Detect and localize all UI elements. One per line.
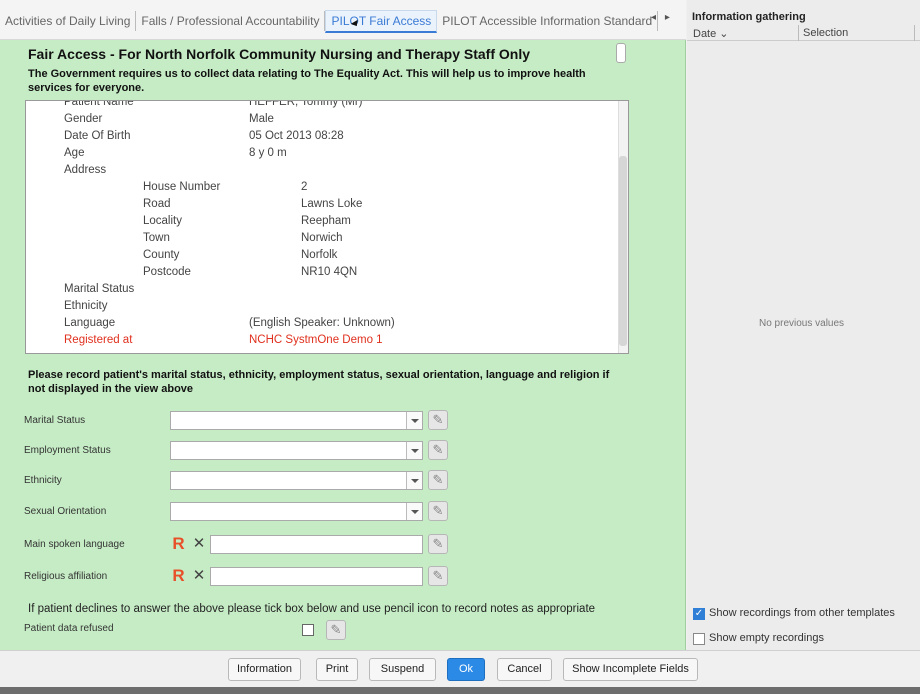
field-label: Religious affiliation <box>24 571 108 582</box>
form-title: Fair Access - For North Norfolk Communit… <box>28 46 530 62</box>
detail-value: NCHC SystmOne Demo 1 <box>249 334 383 346</box>
detail-value: (English Speaker: Unknown) <box>249 317 395 329</box>
detail-label: Marital Status <box>64 283 135 295</box>
patient-details-view: Patient Name HEFFER, Tommy (Mr) Gender M… <box>25 100 629 354</box>
checkbox-checked-icon[interactable]: ✓ <box>693 608 705 620</box>
panel-title: Information gathering <box>692 11 806 23</box>
pencil-icon[interactable]: ✎ <box>428 566 448 586</box>
form-scroll-handle[interactable] <box>616 43 626 63</box>
pencil-icon[interactable]: ✎ <box>326 620 346 640</box>
tab-pilot-fair-access[interactable]: PILOT Fair Access <box>325 9 438 33</box>
empty-state-text: No previous values <box>759 318 845 329</box>
chevron-down-icon[interactable] <box>406 412 422 429</box>
template-tab-bar: Activities of Daily Living Falls / Profe… <box>0 0 686 40</box>
tab-list: Activities of Daily Living Falls / Profe… <box>0 8 659 34</box>
panel-column-headers: Date ⌄ Selection <box>687 25 920 41</box>
field-label: Ethnicity <box>24 475 62 486</box>
chevron-down-icon[interactable] <box>406 472 422 489</box>
pencil-icon[interactable]: ✎ <box>428 534 448 554</box>
tab-activities-daily-living[interactable]: Activities of Daily Living <box>0 11 137 31</box>
detail-label: Locality <box>143 215 182 227</box>
sexual-orientation-select[interactable] <box>170 502 423 521</box>
detail-label: Ethnicity <box>64 300 108 312</box>
detail-value: Norfolk <box>301 249 338 261</box>
field-row-ethnicity: Ethnicity ✎ <box>0 470 460 492</box>
employment-status-select[interactable] <box>170 441 423 460</box>
detail-label: Registered at <box>64 334 133 346</box>
ethnicity-select[interactable] <box>170 471 423 490</box>
detail-label: Patient Name <box>64 100 134 108</box>
detail-value: 05 Oct 2013 08:28 <box>249 130 344 142</box>
detail-value: Norwich <box>301 232 343 244</box>
detail-value: Male <box>249 113 274 125</box>
pencil-icon[interactable]: ✎ <box>428 410 448 430</box>
patient-data-refused-checkbox[interactable] <box>302 624 314 636</box>
chevron-down-icon[interactable] <box>406 503 422 520</box>
column-divider <box>914 25 915 41</box>
detail-value: 8 y 0 m <box>249 147 287 159</box>
detail-label: Town <box>143 232 170 244</box>
read-code-icon[interactable]: R <box>170 534 187 554</box>
detail-label: Language <box>64 317 116 329</box>
detail-label: Road <box>143 198 171 210</box>
pencil-icon[interactable]: ✎ <box>428 470 448 490</box>
field-label: Marital Status <box>24 415 86 426</box>
column-header-selection[interactable]: Selection <box>798 25 848 41</box>
details-scrollbar-thumb[interactable] <box>619 156 627 346</box>
detail-label: Address <box>64 164 107 176</box>
detail-value: Reepham <box>301 215 351 227</box>
field-row-main-spoken-language: Main spoken language R ✕ ✎ <box>0 534 460 556</box>
tab-falls-professional-accountability[interactable]: Falls / Professional Accountability <box>136 11 326 31</box>
detail-label: Date Of Birth <box>64 130 131 142</box>
field-label: Employment Status <box>24 445 111 456</box>
suspend-button[interactable]: Suspend <box>369 658 436 681</box>
tab-pilot-accessible-information[interactable]: PILOT Accessible Information Standard <box>437 11 659 31</box>
detail-value: HEFFER, Tommy (Mr) <box>249 100 363 108</box>
field-label: Main spoken language <box>24 539 125 550</box>
field-label: Sexual Orientation <box>24 506 107 517</box>
information-button[interactable]: Information <box>228 658 301 681</box>
cancel-button[interactable]: Cancel <box>497 658 552 681</box>
form-intro-text: The Government requires us to collect da… <box>28 68 586 94</box>
tab-scroll-right-icon[interactable]: ▸ <box>665 12 670 23</box>
detail-label: Gender <box>64 113 103 125</box>
information-gathering-panel: Information gathering Date ⌄ Selection N… <box>687 0 920 650</box>
detail-label: House Number <box>143 181 221 193</box>
show-other-templates-label: Show recordings from other templates <box>709 607 895 619</box>
chevron-down-icon[interactable] <box>406 442 422 459</box>
read-code-icon[interactable]: R <box>170 566 187 586</box>
declines-instructions: If patient declines to answer the above … <box>28 603 596 615</box>
detail-value: NR10 4QN <box>301 266 358 278</box>
detail-label: Postcode <box>143 266 191 278</box>
column-header-date[interactable]: Date ⌄ <box>693 27 729 40</box>
show-empty-recordings-label: Show empty recordings <box>709 632 824 644</box>
checkbox-icon[interactable] <box>693 633 705 645</box>
details-scrollbar[interactable] <box>618 101 628 353</box>
marital-status-select[interactable] <box>170 411 423 430</box>
religious-affiliation-input[interactable] <box>210 567 423 586</box>
clear-icon[interactable]: ✕ <box>191 566 207 586</box>
pencil-icon[interactable]: ✎ <box>428 501 448 521</box>
clear-icon[interactable]: ✕ <box>191 534 207 554</box>
fair-access-form: Fair Access - For North Norfolk Communit… <box>0 40 686 650</box>
pencil-icon[interactable]: ✎ <box>428 440 448 460</box>
detail-value: Lawns Loke <box>301 198 363 210</box>
detail-value: 2 <box>301 181 308 193</box>
field-row-marital-status: Marital Status ✎ <box>0 410 460 432</box>
record-instructions: Please record patient's marital status, … <box>28 369 610 395</box>
taskbar-strip <box>0 687 920 694</box>
ok-button[interactable]: Ok <box>447 658 485 681</box>
tab-scroll-left-icon[interactable]: ◂ <box>651 12 656 23</box>
field-row-sexual-orientation: Sexual Orientation ✎ <box>0 501 460 523</box>
field-row-employment-status: Employment Status ✎ <box>0 440 460 462</box>
show-incomplete-fields-button[interactable]: Show Incomplete Fields <box>563 658 698 681</box>
main-spoken-language-input[interactable] <box>210 535 423 554</box>
detail-label: County <box>143 249 180 261</box>
field-row-religious-affiliation: Religious affiliation R ✕ ✎ <box>0 566 460 588</box>
patient-data-refused-label: Patient data refused <box>24 623 114 634</box>
print-button[interactable]: Print <box>316 658 358 681</box>
detail-label: Age <box>64 147 85 159</box>
tab-scroll-controls: ◂ ▸ <box>648 12 673 23</box>
